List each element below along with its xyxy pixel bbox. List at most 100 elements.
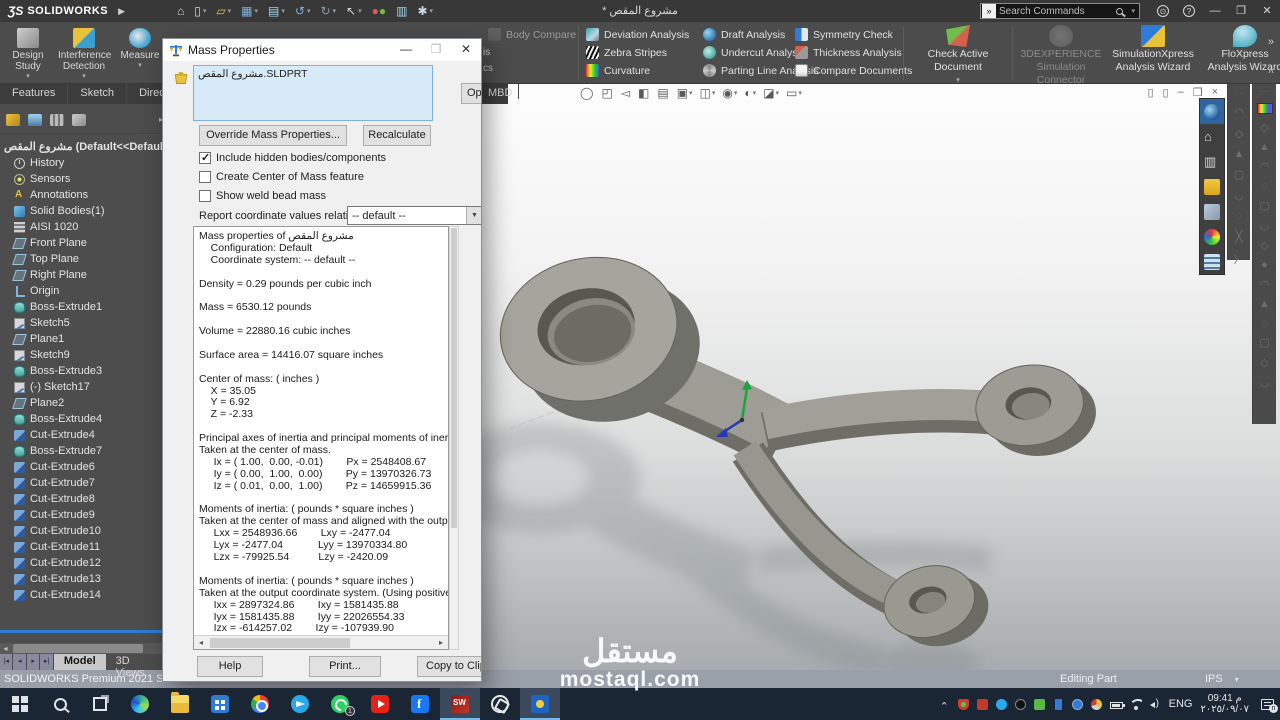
dialog-close-button[interactable]: ✕ bbox=[451, 39, 481, 61]
task-pane-tab[interactable]: ⌂ bbox=[1200, 124, 1224, 149]
tray-icon[interactable] bbox=[977, 699, 988, 710]
tree-item[interactable]: Cut-Extrude12 bbox=[0, 555, 169, 571]
toolbar-icon[interactable]: ◌ bbox=[1261, 317, 1268, 329]
override-mass-properties-button[interactable]: Override Mass Properties... bbox=[199, 125, 347, 146]
tray-icon[interactable] bbox=[996, 699, 1007, 710]
recalculate-button[interactable]: Recalculate bbox=[363, 125, 431, 146]
tray-icon[interactable] bbox=[1110, 702, 1123, 709]
tree-horizontal-scrollbar[interactable]: ◂ ▸ bbox=[0, 643, 170, 654]
toolbar-icon[interactable]: ▲ bbox=[1259, 141, 1270, 153]
tree-item[interactable]: Cut-Extrude9 bbox=[0, 507, 169, 523]
ribbon-small-button[interactable]: Compare Documents bbox=[795, 62, 912, 79]
scroll-left-icon[interactable]: ◂ bbox=[0, 644, 11, 653]
tree-item[interactable]: Cut-Extrude13 bbox=[0, 571, 169, 587]
tray-icon[interactable] bbox=[1015, 699, 1026, 710]
tree-item[interactable]: Cut-Extrude7 bbox=[0, 475, 169, 491]
ribbon-big-button[interactable]: Measure ▾ bbox=[114, 28, 166, 80]
taskbar-app[interactable] bbox=[520, 688, 560, 720]
scrollbar-thumb[interactable] bbox=[13, 644, 143, 653]
home-button[interactable]: ⌂ bbox=[173, 1, 188, 21]
clock[interactable]: 09:41 م ٢٠٢٥/٠٩/٠٧ bbox=[1200, 693, 1249, 715]
tray-icon[interactable] bbox=[1091, 699, 1102, 710]
task-pane-tab[interactable] bbox=[1200, 199, 1224, 224]
save-button[interactable]: ▦▾ bbox=[237, 1, 262, 21]
help-button[interactable]: Help bbox=[197, 656, 263, 677]
help-button[interactable]: ? bbox=[1176, 0, 1202, 22]
pane-split-icon[interactable]: ▯ bbox=[1147, 86, 1153, 99]
tree-root-part[interactable]: مشروع المقص (Default<<Default>_ bbox=[0, 134, 169, 155]
taskbar-app[interactable] bbox=[440, 688, 480, 720]
heads-up-tool[interactable]: ◉ ▾ bbox=[722, 86, 737, 100]
toolbar-icon[interactable]: ▢ bbox=[1259, 199, 1269, 212]
tree-item[interactable]: Plane1 bbox=[0, 331, 169, 347]
language-indicator[interactable]: ENG bbox=[1169, 698, 1193, 710]
tray-icon[interactable] bbox=[1131, 699, 1142, 710]
ribbon-wizard-button[interactable]: 3DEXPERIENCE Simulation Connector bbox=[1015, 25, 1107, 87]
search-dropdown-icon[interactable]: ▾ bbox=[1131, 7, 1135, 15]
tab-model[interactable]: Model bbox=[54, 654, 106, 670]
ribbon-small-button[interactable]: Curvature bbox=[586, 62, 689, 79]
tree-item[interactable]: Right Plane bbox=[0, 267, 169, 283]
tree-item[interactable]: Front Plane bbox=[0, 235, 169, 251]
heads-up-tool[interactable]: ◅ bbox=[621, 86, 631, 100]
toolbar-icon[interactable]: ▢ bbox=[1234, 168, 1244, 181]
scroll-right-icon[interactable]: ▸ bbox=[434, 638, 448, 647]
command-manager-tab[interactable]: Features bbox=[0, 84, 68, 104]
toolbar-icon[interactable]: ◡ bbox=[1260, 219, 1270, 232]
tree-item[interactable]: Sketch9 bbox=[0, 347, 169, 363]
heads-up-tool[interactable]: ◧ bbox=[638, 86, 650, 100]
taskbar-app[interactable] bbox=[240, 688, 280, 720]
heads-up-tool[interactable]: ▣ ▾ bbox=[677, 86, 693, 100]
rebuild-button[interactable]: ●● bbox=[368, 1, 391, 21]
tree-item[interactable]: Boss-Extrude4 bbox=[0, 411, 169, 427]
tray-icon[interactable] bbox=[939, 699, 950, 710]
tree-item[interactable]: Cut-Extrude11 bbox=[0, 539, 169, 555]
scrollbar-thumb[interactable] bbox=[210, 638, 350, 648]
feature-manager-tab-icon[interactable] bbox=[6, 114, 20, 126]
search-commands-box[interactable]: » Search Commands ▾ bbox=[980, 3, 1140, 19]
toolbar-icon[interactable]: ◡ bbox=[1260, 376, 1270, 389]
toolbar-icon[interactable]: 〉 bbox=[1234, 251, 1245, 267]
doc-minimize-button[interactable]: – bbox=[1178, 86, 1184, 99]
task-pane-tab[interactable] bbox=[1200, 174, 1224, 199]
heads-up-tool[interactable]: ◪ ▾ bbox=[763, 86, 779, 100]
print-button[interactable]: Print... bbox=[309, 656, 381, 677]
taskbar-app[interactable] bbox=[160, 688, 200, 720]
checkbox[interactable] bbox=[199, 190, 211, 202]
tray-icon[interactable] bbox=[1055, 699, 1062, 710]
tree-item[interactable]: (-) Sketch17 bbox=[0, 379, 169, 395]
tray-icon[interactable] bbox=[1072, 699, 1083, 710]
heads-up-tool[interactable]: ▭ ▾ bbox=[786, 86, 802, 100]
report-vertical-scrollbar[interactable] bbox=[449, 226, 459, 650]
dialog-checkbox-row[interactable]: Show weld bead mass bbox=[199, 189, 326, 203]
new-document-button[interactable]: ▯▾ bbox=[190, 1, 210, 21]
tab-scroll-last-icon[interactable]: ▸| bbox=[40, 654, 52, 670]
tree-item[interactable]: Boss-Extrude7 bbox=[0, 443, 169, 459]
toolbar-icon[interactable]: ● bbox=[1261, 259, 1268, 271]
toolbar-icon[interactable]: ◌ bbox=[1236, 210, 1243, 222]
tree-item[interactable]: Boss-Extrude3 bbox=[0, 363, 169, 379]
tree-item[interactable]: Cut-Extrude10 bbox=[0, 523, 169, 539]
toolbar-icon[interactable]: ╳ bbox=[1236, 230, 1243, 243]
tab-scroll-prev-icon[interactable]: ◂ bbox=[13, 654, 25, 670]
tree-item[interactable]: Cut-Extrude14 bbox=[0, 587, 169, 603]
tree-item[interactable]: Sketch5 bbox=[0, 315, 169, 331]
toolbar-drag-handle[interactable]: ┄┄ bbox=[1259, 88, 1269, 96]
action-center-icon[interactable] bbox=[1261, 699, 1274, 710]
appearance-swatch-icon[interactable] bbox=[1257, 103, 1273, 114]
minimize-button[interactable]: — bbox=[1202, 0, 1228, 22]
taskbar-app[interactable] bbox=[0, 688, 40, 720]
units-selector[interactable]: IPS▾ bbox=[1205, 673, 1239, 685]
tree-item[interactable]: AISI 1020 bbox=[0, 219, 169, 235]
property-manager-tab-icon[interactable] bbox=[28, 114, 42, 126]
heads-up-tool[interactable]: ◫ ▾ bbox=[700, 86, 716, 100]
taskbar-app[interactable] bbox=[480, 688, 520, 720]
ribbon-big-button[interactable]: Design Study ▾ bbox=[2, 28, 54, 80]
dialog-title-bar[interactable]: Mass Properties — ❒ ✕ bbox=[163, 39, 481, 61]
toolbar-icon[interactable]: ▢ bbox=[1259, 336, 1269, 349]
tree-item[interactable]: Annotations bbox=[0, 187, 169, 203]
taskbar-app[interactable] bbox=[400, 688, 440, 720]
heads-up-tool[interactable]: ◯ bbox=[580, 86, 594, 100]
heads-up-tool[interactable]: ◰ bbox=[601, 86, 613, 100]
taskbar-app[interactable] bbox=[80, 688, 120, 720]
